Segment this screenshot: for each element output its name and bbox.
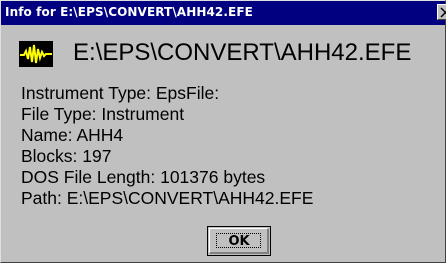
instrument-type-line: Instrument Type: EpsFile:	[21, 83, 220, 103]
path-line: Path: E:\EPS\CONVERT\AHH42.EFE	[21, 188, 314, 208]
info-dialog: Info for E:\EPS\CONVERT\AHH42.EFE E:\EPS…	[0, 0, 446, 263]
window-title: Info for E:\EPS\CONVERT\AHH42.EFE	[5, 5, 253, 19]
ok-button[interactable]: OK	[207, 226, 271, 256]
file-path-title: E:\EPS\CONVERT\AHH42.EFE	[73, 39, 412, 66]
close-icon	[440, 7, 446, 18]
file-type-line: File Type: Instrument	[21, 104, 185, 124]
name-line: Name: AHH4	[21, 125, 124, 145]
blocks-line: Blocks: 197	[21, 146, 112, 166]
info-list: Instrument Type: EpsFile: File Type: Ins…	[21, 83, 313, 209]
ok-button-label: OK	[228, 234, 250, 249]
close-button[interactable]	[437, 4, 446, 20]
title-bar[interactable]: Info for E:\EPS\CONVERT\AHH42.EFE	[1, 1, 446, 25]
dos-file-length-line: DOS File Length: 101376 bytes	[21, 167, 266, 187]
waveform-icon	[19, 41, 53, 67]
